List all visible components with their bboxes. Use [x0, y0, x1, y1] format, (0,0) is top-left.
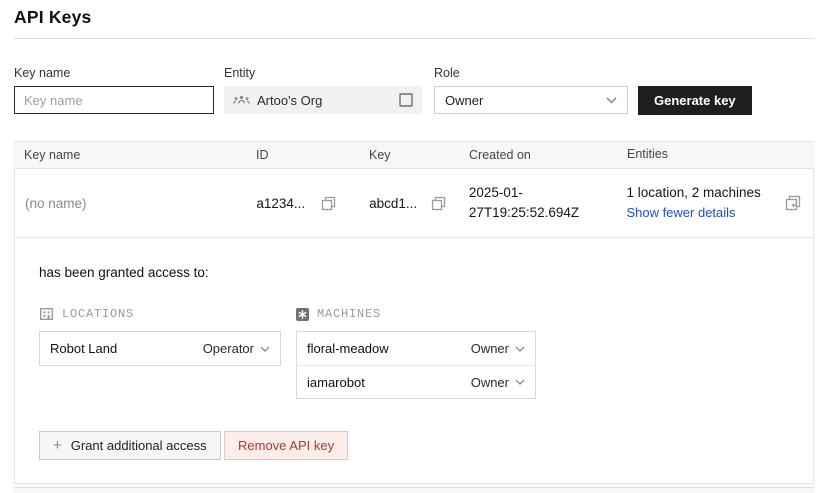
copy-icon [431, 196, 446, 211]
table-row: (no name) a1234... abcd1... [14, 169, 814, 238]
chevron-down-icon [515, 379, 525, 385]
machine-role-select[interactable]: Owner [471, 375, 525, 390]
header-key: Key [369, 148, 469, 162]
locations-section-header: LOCATIONS [39, 307, 134, 321]
machine-name: iamarobot [307, 375, 365, 390]
header-id: ID [256, 148, 369, 162]
machines-title: MACHINES [317, 307, 381, 321]
location-name: Robot Land [50, 341, 117, 356]
header-key-name: Key name [14, 148, 256, 162]
key-details-panel: has been granted access to: LOCATIONS [14, 238, 814, 484]
role-label: Role [434, 66, 460, 80]
chevron-down-icon [260, 346, 270, 352]
entity-field[interactable]: Artoo's Org [224, 86, 422, 114]
chevron-down-icon [515, 346, 525, 352]
locations-title: LOCATIONS [62, 307, 134, 321]
machine-access-row: floral-meadow Owner [297, 332, 535, 365]
machines-access-list: floral-meadow Owner iamarobot Owner [296, 331, 536, 399]
machine-access-row: iamarobot Owner [297, 365, 535, 398]
cell-key-name: (no name) [15, 196, 256, 211]
cell-id-value: a1234... [256, 196, 305, 211]
cell-entities-summary: 1 location, 2 machines [626, 184, 773, 203]
page-title: API Keys [14, 7, 91, 28]
header-entities: Entities [627, 146, 774, 164]
copy-id-button[interactable] [321, 196, 336, 211]
machine-name: floral-meadow [307, 341, 389, 356]
key-name-label: Key name [14, 66, 70, 80]
role-select[interactable]: Owner [434, 86, 628, 114]
entity-value: Artoo's Org [257, 93, 392, 108]
title-divider [14, 38, 814, 39]
cell-created-on: 2025-01-27T19:25:52.694Z [469, 183, 627, 222]
copy-arrow-icon [785, 195, 801, 211]
table-header-row: Key name ID Key Created on Entities [14, 141, 814, 169]
plus-icon: + [53, 438, 62, 453]
cell-key-value: abcd1... [369, 196, 417, 211]
next-table-header [14, 487, 814, 493]
machine-role-value: Owner [471, 341, 509, 356]
machine-role-value: Owner [471, 375, 509, 390]
show-fewer-details-link[interactable]: Show fewer details [626, 204, 735, 222]
machine-icon [296, 308, 309, 321]
copy-icon [321, 196, 336, 211]
grant-additional-access-button[interactable]: + Grant additional access [39, 431, 221, 460]
remove-api-key-button[interactable]: Remove API key [224, 431, 348, 460]
generate-key-button[interactable]: Generate key [638, 86, 752, 115]
copy-details-button[interactable] [785, 195, 801, 211]
machines-section-header: MACHINES [296, 307, 381, 321]
chevron-down-icon [606, 97, 617, 104]
organization-people-icon [233, 94, 250, 107]
machine-role-select[interactable]: Owner [471, 341, 525, 356]
role-selected-value: Owner [445, 93, 483, 108]
locations-access-list: Robot Land Operator [39, 331, 281, 366]
granted-access-text: has been granted access to: [39, 265, 209, 280]
building-icon [39, 307, 54, 321]
square-outline-icon [399, 93, 413, 107]
key-name-input[interactable] [14, 86, 214, 114]
api-keys-page: API Keys Key name Entity Role Artoo's Or… [0, 0, 828, 493]
header-created-on: Created on [469, 146, 627, 164]
api-keys-table: Key name ID Key Created on Entities (no … [14, 141, 814, 238]
grant-additional-access-label: Grant additional access [71, 438, 207, 453]
entity-label: Entity [224, 66, 255, 80]
copy-key-button[interactable] [431, 196, 446, 211]
location-role-value: Operator [203, 341, 254, 356]
location-access-row: Robot Land Operator [40, 332, 280, 365]
location-role-select[interactable]: Operator [203, 341, 270, 356]
